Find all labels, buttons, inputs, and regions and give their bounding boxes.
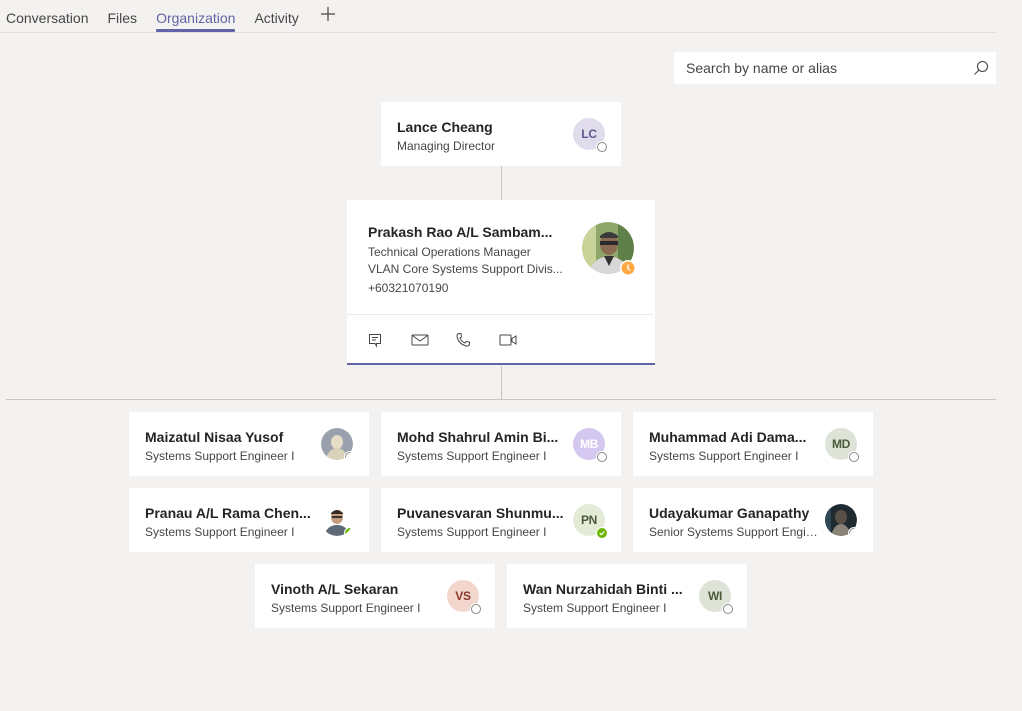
person-phone: +60321070190 xyxy=(368,281,449,295)
avatar: PN xyxy=(573,504,608,539)
person-name: Maizatul Nisaa Yusof xyxy=(145,429,284,445)
email-button[interactable] xyxy=(411,330,455,350)
tab-activity[interactable]: Activity xyxy=(254,0,298,33)
report-card[interactable]: Puvanesvaran Shunmu... Systems Support E… xyxy=(381,488,621,552)
video-icon xyxy=(499,334,517,346)
connector-line xyxy=(501,166,502,200)
person-title: Managing Director xyxy=(397,139,496,153)
available-check-icon xyxy=(345,528,353,536)
avatar: LC xyxy=(573,118,608,153)
presence-badge xyxy=(596,527,608,539)
call-button[interactable] xyxy=(455,330,499,350)
card-divider xyxy=(347,314,653,315)
avatar xyxy=(321,504,353,536)
avatar xyxy=(825,504,857,536)
report-card[interactable]: Udayakumar Ganapathy Senior Systems Supp… xyxy=(633,488,873,552)
presence-badge xyxy=(722,603,734,615)
avatar-initials: VS xyxy=(455,589,471,603)
available-check-icon xyxy=(597,528,607,538)
avatar: MB xyxy=(573,428,608,463)
person-title: Systems Support Engineer I xyxy=(145,525,295,539)
report-card[interactable]: Vinoth A/L Sekaran Systems Support Engin… xyxy=(255,564,495,628)
person-name: Puvanesvaran Shunmu... xyxy=(397,505,564,521)
presence-badge xyxy=(596,141,608,153)
manager-card[interactable]: Lance Cheang Managing Director LC xyxy=(381,102,621,166)
away-clock-icon xyxy=(621,261,635,275)
person-name: Vinoth A/L Sekaran xyxy=(271,581,399,597)
phone-icon xyxy=(456,333,470,347)
presence-badge xyxy=(596,451,608,463)
chat-button[interactable] xyxy=(367,330,411,350)
person-name: Muhammad Adi Dama... xyxy=(649,429,807,445)
contact-actions xyxy=(367,330,543,350)
avatar-initials: LC xyxy=(581,127,597,141)
presence-badge xyxy=(620,260,636,276)
report-card[interactable]: Pranau A/L Rama Chen... Systems Support … xyxy=(129,488,369,552)
person-department: VLAN Core Systems Support Divis... xyxy=(368,262,563,276)
presence-badge xyxy=(470,603,482,615)
tab-bar: Conversation Files Organization Activity xyxy=(0,0,996,33)
person-title: Systems Support Engineer I xyxy=(271,601,421,615)
presence-badge xyxy=(848,527,857,536)
avatar xyxy=(582,222,636,276)
plus-icon xyxy=(320,7,335,21)
avatar-initials: MD xyxy=(831,437,851,451)
reports-divider xyxy=(6,399,996,400)
avatar-initials: PN xyxy=(580,513,598,527)
connector-line xyxy=(501,366,502,399)
person-title: Systems Support Engineer I xyxy=(397,449,547,463)
avatar: WI xyxy=(699,580,734,615)
person-name: Udayakumar Ganapathy xyxy=(649,505,810,521)
report-card[interactable]: Maizatul Nisaa Yusof Systems Support Eng… xyxy=(129,412,369,476)
presence-badge xyxy=(344,527,353,536)
avatar-initials: WI xyxy=(707,589,723,603)
chat-icon xyxy=(369,334,381,348)
person-title: Systems Support Engineer I xyxy=(649,449,799,463)
tab-files[interactable]: Files xyxy=(108,0,138,33)
report-card[interactable]: Wan Nurzahidah Binti ... System Support … xyxy=(507,564,747,628)
focus-person-card[interactable]: Prakash Rao A/L Sambam... Technical Oper… xyxy=(347,200,655,365)
person-name: Prakash Rao A/L Sambam... xyxy=(368,224,553,240)
person-name: Pranau A/L Rama Chen... xyxy=(145,505,311,521)
presence-badge xyxy=(848,451,860,463)
person-title: Technical Operations Manager xyxy=(368,245,531,259)
search-icon xyxy=(974,60,989,75)
avatar-initials: MB xyxy=(579,437,599,451)
avatar: MD xyxy=(825,428,860,463)
search-button[interactable] xyxy=(966,60,996,76)
add-tab-button[interactable] xyxy=(320,0,336,28)
person-name: Lance Cheang xyxy=(397,119,493,135)
report-card[interactable]: Muhammad Adi Dama... Systems Support Eng… xyxy=(633,412,873,476)
tab-conversation[interactable]: Conversation xyxy=(6,0,89,33)
person-name: Wan Nurzahidah Binti ... xyxy=(523,581,683,597)
tab-organization[interactable]: Organization xyxy=(156,0,236,33)
mail-icon xyxy=(411,334,429,346)
person-name: Mohd Shahrul Amin Bi... xyxy=(397,429,559,445)
presence-badge xyxy=(344,451,353,460)
avatar: VS xyxy=(447,580,482,615)
search-box xyxy=(674,52,996,84)
report-card[interactable]: Mohd Shahrul Amin Bi... Systems Support … xyxy=(381,412,621,476)
person-title: Systems Support Engineer I xyxy=(145,449,295,463)
video-call-button[interactable] xyxy=(499,330,543,350)
avatar xyxy=(321,428,353,460)
search-input[interactable] xyxy=(686,60,966,76)
person-title: System Support Engineer I xyxy=(523,601,667,615)
person-title: Systems Support Engineer I xyxy=(397,525,547,539)
person-title: Senior Systems Support Engin... xyxy=(649,525,819,539)
